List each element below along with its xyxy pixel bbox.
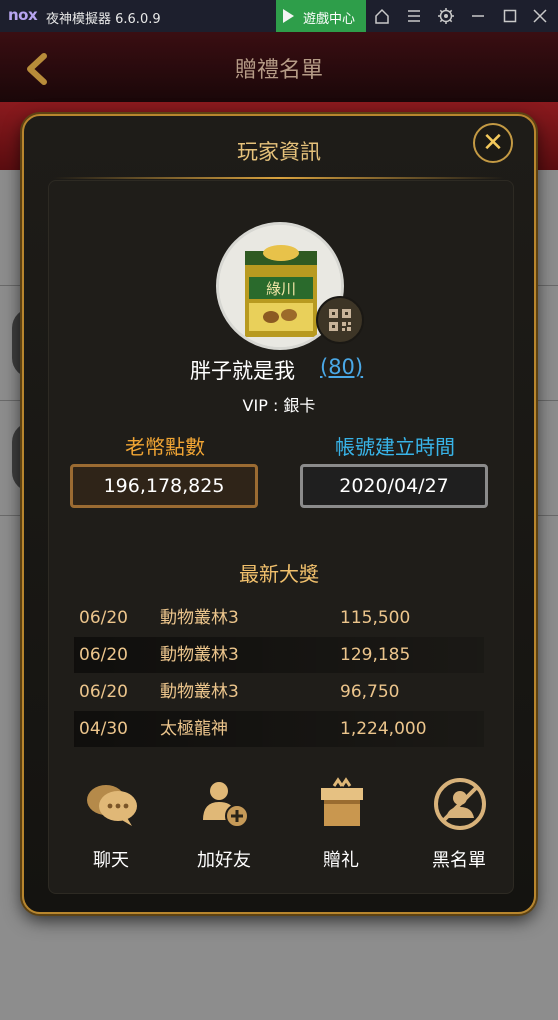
blacklist-button[interactable]: 黑名單 [404,776,514,876]
page-header: 贈禮名單 [0,32,558,102]
game-center-button[interactable]: 遊戲中心 [276,0,366,32]
jackpot-row: 06/20 動物叢林3 115,500 [74,600,484,636]
add-friend-button[interactable]: 加好友 [169,776,279,876]
add-friend-icon [197,776,253,832]
jackpot-date: 04/30 [79,719,128,739]
nox-logo: nox [8,6,38,24]
coins-label: 老幣點數 [125,435,205,459]
jackpot-amount: 129,185 [340,645,411,665]
jackpot-amount: 96,750 [340,682,400,702]
gift-button[interactable]: 贈礼 [286,776,396,876]
blacklist-label: 黑名單 [432,850,486,871]
blacklist-icon [432,776,488,832]
maximize-icon[interactable] [500,6,520,26]
jackpot-amount: 115,500 [340,608,411,628]
player-name: 胖子就是我 [190,359,295,383]
page-title: 贈禮名單 [234,58,323,83]
jackpot-row: 04/30 太極龍神 1,224,000 [74,711,484,747]
play-store-icon [283,9,294,23]
chat-label: 聊天 [93,850,129,871]
gift-label: 贈礼 [323,850,359,871]
game-center-label: 遊戲中心 [303,12,356,27]
vip-status: VIP : 銀卡 [242,396,316,415]
created-value: 2020/04/27 [300,464,488,508]
created-label: 帳號建立時間 [335,435,455,459]
avatar-text: 綠川 [266,280,296,298]
jackpot-game: 動物叢林3 [160,645,239,665]
settings-icon[interactable] [436,6,456,26]
emulator-titlebar: nox 夜神模擬器 6.6.0.9 遊戲中心 [0,0,558,32]
qr-code-button[interactable] [316,296,364,344]
jackpot-game: 動物叢林3 [160,682,239,702]
menu-icon[interactable] [404,6,424,26]
jackpot-date: 06/20 [79,608,128,628]
home-icon[interactable] [372,6,392,26]
jackpot-row: 06/20 動物叢林3 96,750 [74,674,484,710]
player-level-link[interactable]: (80) [320,355,363,379]
title-divider [54,177,504,179]
coins-value: 196,178,825 [70,464,258,508]
close-x-icon: ✕ [482,128,504,158]
jackpot-date: 06/20 [79,682,128,702]
add-friend-label: 加好友 [197,850,251,871]
close-dialog-button[interactable]: ✕ [473,123,513,163]
gift-box-icon [314,776,370,832]
jackpot-title: 最新大獎 [239,562,319,586]
minimize-icon[interactable] [468,6,488,26]
window-title: 夜神模擬器 6.6.0.9 [46,12,161,27]
player-info-dialog: 玩家資訊 ✕ 綠川 胖子就是我 (80) VIP: 銀卡 老幣點數 帳號建立時… [22,114,536,914]
chat-button[interactable]: 聊天 [56,776,166,876]
jackpot-game: 動物叢林3 [160,608,239,628]
close-icon[interactable] [530,6,550,26]
jackpot-amount: 1,224,000 [340,719,427,739]
jackpot-row: 06/20 動物叢林3 129,185 [74,637,484,673]
jackpot-game: 太極龍神 [160,719,228,739]
dialog-title: 玩家資訊 [237,140,321,164]
jackpot-date: 06/20 [79,645,128,665]
qr-code-icon [329,309,351,331]
chat-bubbles-icon [84,776,140,832]
